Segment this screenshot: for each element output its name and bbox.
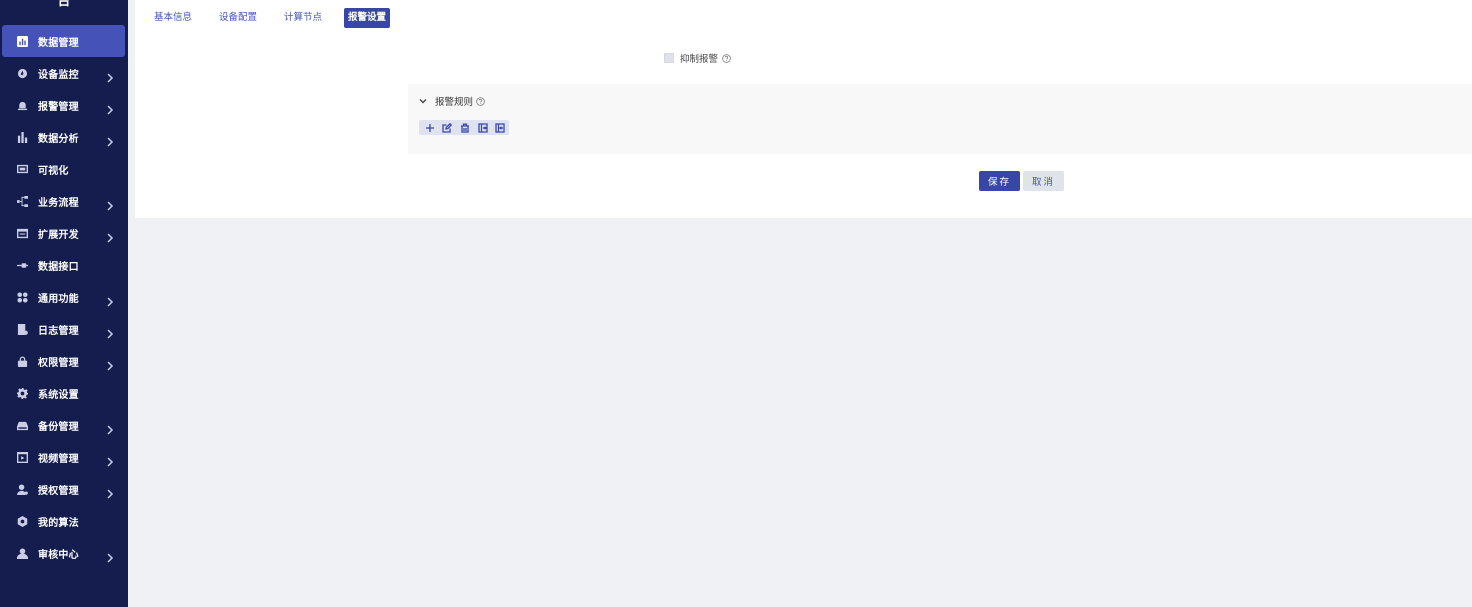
sidebar-item-label: 数据分析 [38, 133, 79, 145]
sidebar-item-system-settings[interactable]: 系统设置 [0, 377, 128, 409]
chevron-right-icon [106, 452, 114, 467]
export-icon[interactable] [491, 120, 509, 135]
chevron-right-icon [106, 484, 114, 499]
sidebar-item-backup-management[interactable]: 备份管理 [0, 409, 128, 441]
alarm-rules-title: 报警规则 [435, 97, 474, 108]
chevron-right-icon [106, 324, 114, 339]
chevron-right-icon [106, 292, 114, 307]
flow-icon [16, 195, 28, 207]
tab-compute-node[interactable]: 计算节点 [279, 8, 327, 28]
video-icon [16, 451, 28, 463]
chevron-right-icon [106, 228, 114, 243]
sidebar-item-permission-management[interactable]: 权限管理 [0, 345, 128, 377]
sidebar-item-extension-dev[interactable]: 扩展开发 [0, 217, 128, 249]
import-icon[interactable] [474, 120, 492, 135]
delete-icon[interactable] [456, 120, 474, 135]
sidebar-item-label: 我的算法 [38, 517, 79, 529]
gear-icon [16, 387, 28, 399]
alarm-settings-panel: 基本信息 设备配置 计算节点 报警设置 抑制报警 报警规则 保存 取消 [135, 0, 1472, 218]
chevron-right-icon [106, 548, 114, 563]
connector-icon [16, 259, 28, 271]
sidebar-item-label: 可视化 [38, 165, 69, 177]
tab-bar: 基本信息 设备配置 计算节点 报警设置 [149, 8, 407, 28]
alarm-rules-toolbar [419, 120, 509, 135]
log-file-icon [16, 323, 28, 335]
sidebar-item-authorization-management[interactable]: 授权管理 [0, 473, 128, 505]
sidebar-item-label: 报警管理 [38, 101, 79, 113]
suppress-alarm-label: 抑制报警 [680, 54, 719, 65]
sidebar-item-label: 数据接口 [38, 261, 79, 273]
sidebar-item-log-management[interactable]: 日志管理 [0, 313, 128, 345]
sidebar-item-business-flow[interactable]: 业务流程 [0, 185, 128, 217]
sidebar-item-label: 日志管理 [38, 325, 79, 337]
chevron-right-icon [106, 420, 114, 435]
code-window-icon [16, 227, 28, 239]
alarm-rules-header[interactable]: 报警规则 [419, 94, 485, 108]
suppress-alarm-checkbox[interactable] [664, 53, 674, 63]
sidebar: 台 数据管理 设备监控 报警管理 数据分析 可视化 业务流程 扩展开发 数据接口… [0, 0, 128, 607]
suppress-alarm-row: 抑制报警 [664, 51, 731, 65]
bar-chart-icon [16, 35, 28, 47]
sidebar-item-visualization[interactable]: 可视化 [0, 153, 128, 185]
question-circle-icon[interactable] [722, 53, 731, 63]
sidebar-item-data-management[interactable]: 数据管理 [2, 25, 125, 57]
sidebar-item-common-functions[interactable]: 通用功能 [0, 281, 128, 313]
chevron-right-icon [106, 68, 114, 83]
sidebar-item-data-analysis[interactable]: 数据分析 [0, 121, 128, 153]
sidebar-menu: 数据管理 设备监控 报警管理 数据分析 可视化 业务流程 扩展开发 数据接口 通… [0, 25, 128, 569]
cancel-button[interactable]: 取消 [1023, 171, 1064, 191]
sidebar-item-label: 数据管理 [38, 37, 79, 49]
reviewer-icon [16, 547, 28, 559]
sidebar-item-device-monitor[interactable]: 设备监控 [0, 57, 128, 89]
sidebar-item-my-algorithms[interactable]: 我的算法 [0, 505, 128, 537]
save-button[interactable]: 保存 [979, 171, 1020, 191]
lock-icon [16, 355, 28, 367]
user-key-icon [16, 483, 28, 495]
analytics-bars-icon [16, 131, 28, 143]
chevron-down-icon[interactable] [419, 97, 427, 105]
sidebar-item-review-center[interactable]: 审核中心 [0, 537, 128, 569]
sidebar-item-label: 授权管理 [38, 485, 79, 497]
sidebar-item-label: 扩展开发 [38, 229, 79, 241]
chevron-right-icon [106, 132, 114, 147]
sidebar-item-data-interface[interactable]: 数据接口 [0, 249, 128, 281]
algorithm-icon [16, 515, 28, 527]
brand-title: 台 [57, 0, 71, 9]
sidebar-item-label: 权限管理 [38, 357, 79, 369]
sidebar-item-video-management[interactable]: 视频管理 [0, 441, 128, 473]
add-icon[interactable] [421, 120, 439, 135]
sidebar-item-label: 设备监控 [38, 69, 79, 81]
sidebar-item-alarm-management[interactable]: 报警管理 [0, 89, 128, 121]
chevron-right-icon [106, 356, 114, 371]
tab-device-config[interactable]: 设备配置 [214, 8, 262, 28]
sidebar-item-label: 视频管理 [38, 453, 79, 465]
screen-icon [16, 163, 28, 175]
alarm-bell-icon [16, 99, 28, 111]
tab-alarm-settings[interactable]: 报警设置 [344, 8, 391, 28]
sidebar-item-label: 通用功能 [38, 293, 79, 305]
sidebar-item-label: 业务流程 [38, 197, 79, 209]
monitor-gauge-icon [16, 67, 28, 79]
storage-icon [16, 419, 28, 431]
chevron-right-icon [106, 100, 114, 115]
question-circle-icon[interactable] [476, 96, 485, 106]
sidebar-item-label: 备份管理 [38, 421, 79, 433]
sidebar-item-label: 审核中心 [38, 549, 79, 561]
sidebar-item-label: 系统设置 [38, 389, 79, 401]
edit-icon[interactable] [439, 120, 457, 135]
tab-basic-info[interactable]: 基本信息 [149, 8, 197, 28]
chevron-right-icon [106, 196, 114, 211]
alarm-rules-section: 报警规则 [408, 84, 1472, 154]
grid-apps-icon [16, 291, 28, 303]
